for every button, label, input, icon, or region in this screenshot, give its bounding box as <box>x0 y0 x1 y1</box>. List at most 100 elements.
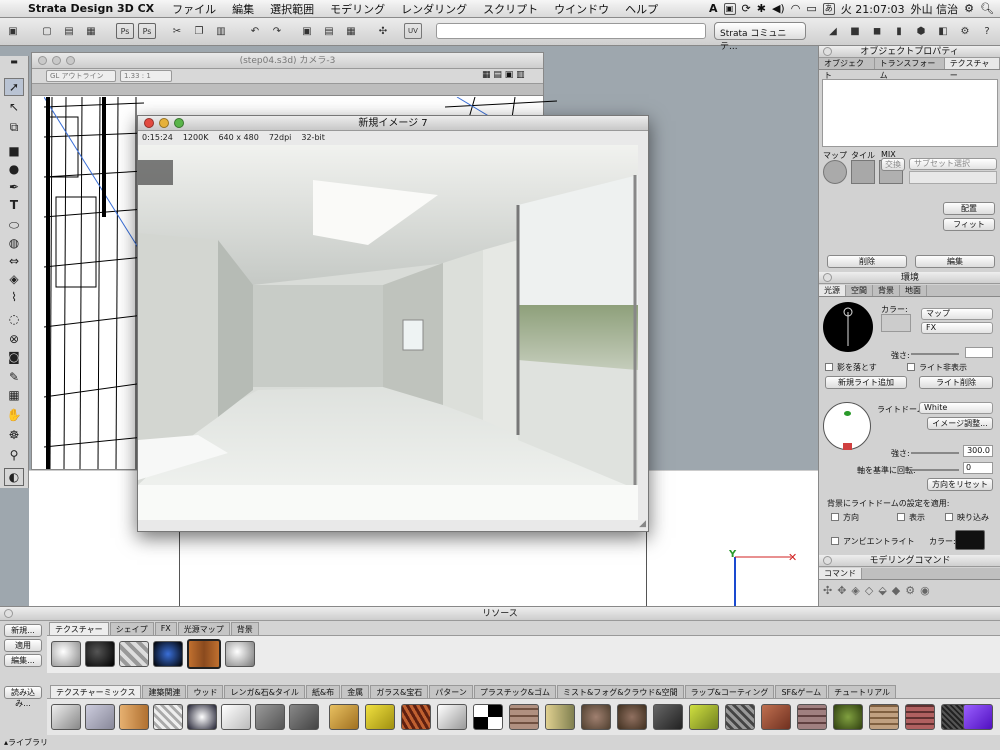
cube-tool-icon[interactable]: ■ <box>4 142 24 160</box>
frame-icon[interactable]: ▣ <box>298 23 316 39</box>
snap-icon[interactable]: ◢ <box>824 23 842 39</box>
book-icon[interactable]: ▮ <box>890 23 908 39</box>
image-adjust-button[interactable]: イメージ調整... <box>927 417 993 430</box>
lib-swatch-24[interactable] <box>869 704 899 730</box>
tab-ground[interactable]: 地面 <box>900 285 927 296</box>
zoom-tool-icon[interactable]: ⚲ <box>4 446 24 464</box>
app-menu[interactable]: Strata Design 3D CX <box>22 2 164 15</box>
menu-selection[interactable]: 選択範囲 <box>262 1 322 17</box>
rotate-slider[interactable] <box>911 469 959 471</box>
strength-field[interactable]: 300.0 <box>963 445 993 457</box>
lib-swatch-16[interactable] <box>581 704 611 730</box>
edit-resource-button[interactable]: 編集... <box>4 654 42 667</box>
ps-import-icon[interactable]: Ps <box>138 23 156 39</box>
library-texture-strip[interactable] <box>47 698 1000 735</box>
tab-background[interactable]: 背景 <box>873 285 900 296</box>
dome-select[interactable]: White <box>919 402 993 414</box>
delete-button[interactable]: 削除 <box>827 255 907 268</box>
grid-icon[interactable]: ▦ <box>342 23 360 39</box>
zoom-icon[interactable] <box>66 56 75 65</box>
paste-icon[interactable]: ▥ <box>212 23 230 39</box>
lib-swatch-1[interactable] <box>51 704 81 730</box>
lib-tab-texture-mix[interactable]: テクスチャーミックス <box>50 685 142 699</box>
props-titlebar[interactable]: オブジェクトプロパティ <box>819 46 1000 58</box>
lib-tab-sf[interactable]: SF&ゲーム <box>775 685 828 699</box>
open-icon[interactable]: ▤ <box>60 23 78 39</box>
adobe-icon[interactable]: A <box>709 2 718 15</box>
menu-file[interactable]: ファイル <box>164 1 224 17</box>
transform-tool-icon[interactable]: ⧉ <box>4 118 24 136</box>
close-icon[interactable] <box>823 556 832 565</box>
apply-resource-button[interactable]: 適用 <box>4 639 42 652</box>
lib-tab-tutorial[interactable]: チュートリアル <box>828 685 897 699</box>
texture-list[interactable] <box>822 79 998 147</box>
intensity-field[interactable] <box>965 347 993 358</box>
close-icon[interactable] <box>144 118 154 128</box>
path-tool-icon[interactable]: ⌇ <box>4 288 24 306</box>
subset-select[interactable]: サブセット選択 <box>909 158 997 170</box>
rendered-image[interactable] <box>138 145 638 520</box>
cut-icon[interactable]: ✂ <box>168 23 186 39</box>
tab-shapes[interactable]: シェイプ <box>109 622 154 636</box>
tab-backgrounds[interactable]: 背景 <box>230 622 259 636</box>
lathe-tool-icon[interactable]: ◍ <box>4 234 24 252</box>
lib-swatch-9[interactable] <box>329 704 359 730</box>
modeling-command-icons[interactable]: ✣✥◈◇⬙◆⚙◉ <box>823 584 995 604</box>
document-resources-strip[interactable] <box>47 635 1000 673</box>
lib-swatch-18[interactable] <box>653 704 683 730</box>
add-light-button[interactable]: 新規ライト追加 <box>825 376 907 389</box>
tile-icon[interactable] <box>851 160 875 184</box>
camera-tool-icon[interactable]: ◙ <box>4 348 24 366</box>
hide-light-checkbox[interactable] <box>907 363 915 371</box>
lib-swatch-2[interactable] <box>85 704 115 730</box>
boolean-tool-icon[interactable]: ◈ <box>4 270 24 288</box>
lib-tab-wood[interactable]: ウッド <box>187 685 224 699</box>
tab-textures[interactable]: テクスチャー <box>49 622 109 636</box>
light-bulb-icon[interactable]: ◌ <box>4 310 24 328</box>
light-icon[interactable]: ◧ <box>934 23 952 39</box>
select-tool-icon[interactable]: ➚ <box>4 78 24 96</box>
lib-tab-glass[interactable]: ガラス&宝石 <box>370 685 429 699</box>
sphere-tool-icon[interactable]: ● <box>4 160 24 178</box>
lib-tab-wrap[interactable]: ラップ&コーティング <box>684 685 775 699</box>
battery-icon[interactable]: ▭ <box>806 2 816 15</box>
lib-swatch-22[interactable] <box>797 704 827 730</box>
screen-icon[interactable]: ▣ <box>4 23 22 39</box>
lib-tab-brick[interactable]: レンガ&石&タイル <box>224 685 305 699</box>
lib-swatch-27[interactable] <box>963 704 993 730</box>
minimize-icon[interactable] <box>159 118 169 128</box>
render-titlebar[interactable]: 新規イメージ 7 <box>138 116 648 131</box>
menu-script[interactable]: スクリプト <box>475 1 546 17</box>
sync-icon[interactable]: ⟳ <box>742 2 751 15</box>
clock[interactable]: 火 21:07:03 <box>841 1 905 17</box>
edit-button[interactable]: 編集 <box>915 255 995 268</box>
light-direction-sphere[interactable] <box>823 302 873 352</box>
mirror-tool-icon[interactable]: ⇔ <box>4 252 24 270</box>
close-icon[interactable] <box>823 47 832 56</box>
input-method-icon[interactable]: あ <box>822 2 835 15</box>
menu-rendering[interactable]: レンダリング <box>393 1 475 17</box>
lib-swatch-5[interactable] <box>187 704 217 730</box>
menu-window[interactable]: ウインドウ <box>546 1 617 17</box>
lib-swatch-11[interactable] <box>401 704 431 730</box>
hand-tool-icon[interactable]: ✋ <box>4 406 24 424</box>
editor-titlebar[interactable]: (step04.s3d) カメラ-3 <box>32 53 543 69</box>
env-titlebar[interactable]: 環境 <box>819 272 1000 284</box>
pen-tool-icon[interactable]: ✒ <box>4 178 24 196</box>
apply-show-checkbox[interactable] <box>897 513 905 521</box>
status-icon-a[interactable]: ▣ <box>723 2 736 15</box>
intensity-slider[interactable] <box>911 353 959 355</box>
eyedropper-icon[interactable]: ✎ <box>4 368 24 386</box>
zoom-icon[interactable] <box>174 118 184 128</box>
community-dropdown[interactable]: Strata コミュニテ... <box>714 22 806 52</box>
lamp-tool-icon[interactable]: ⊗ <box>4 330 24 348</box>
help-icon[interactable]: ? <box>978 23 996 39</box>
lib-tab-plastic[interactable]: プラスチック&ゴム <box>473 685 556 699</box>
bluetooth-icon[interactable]: ✱ <box>757 2 766 15</box>
env-color-swatch[interactable] <box>881 314 911 332</box>
close-icon[interactable] <box>38 56 47 65</box>
tab-space[interactable]: 空間 <box>846 285 873 296</box>
lib-swatch-19[interactable] <box>689 704 719 730</box>
texture-black-sphere[interactable] <box>85 641 115 667</box>
new-doc-icon[interactable]: ▢ <box>38 23 56 39</box>
